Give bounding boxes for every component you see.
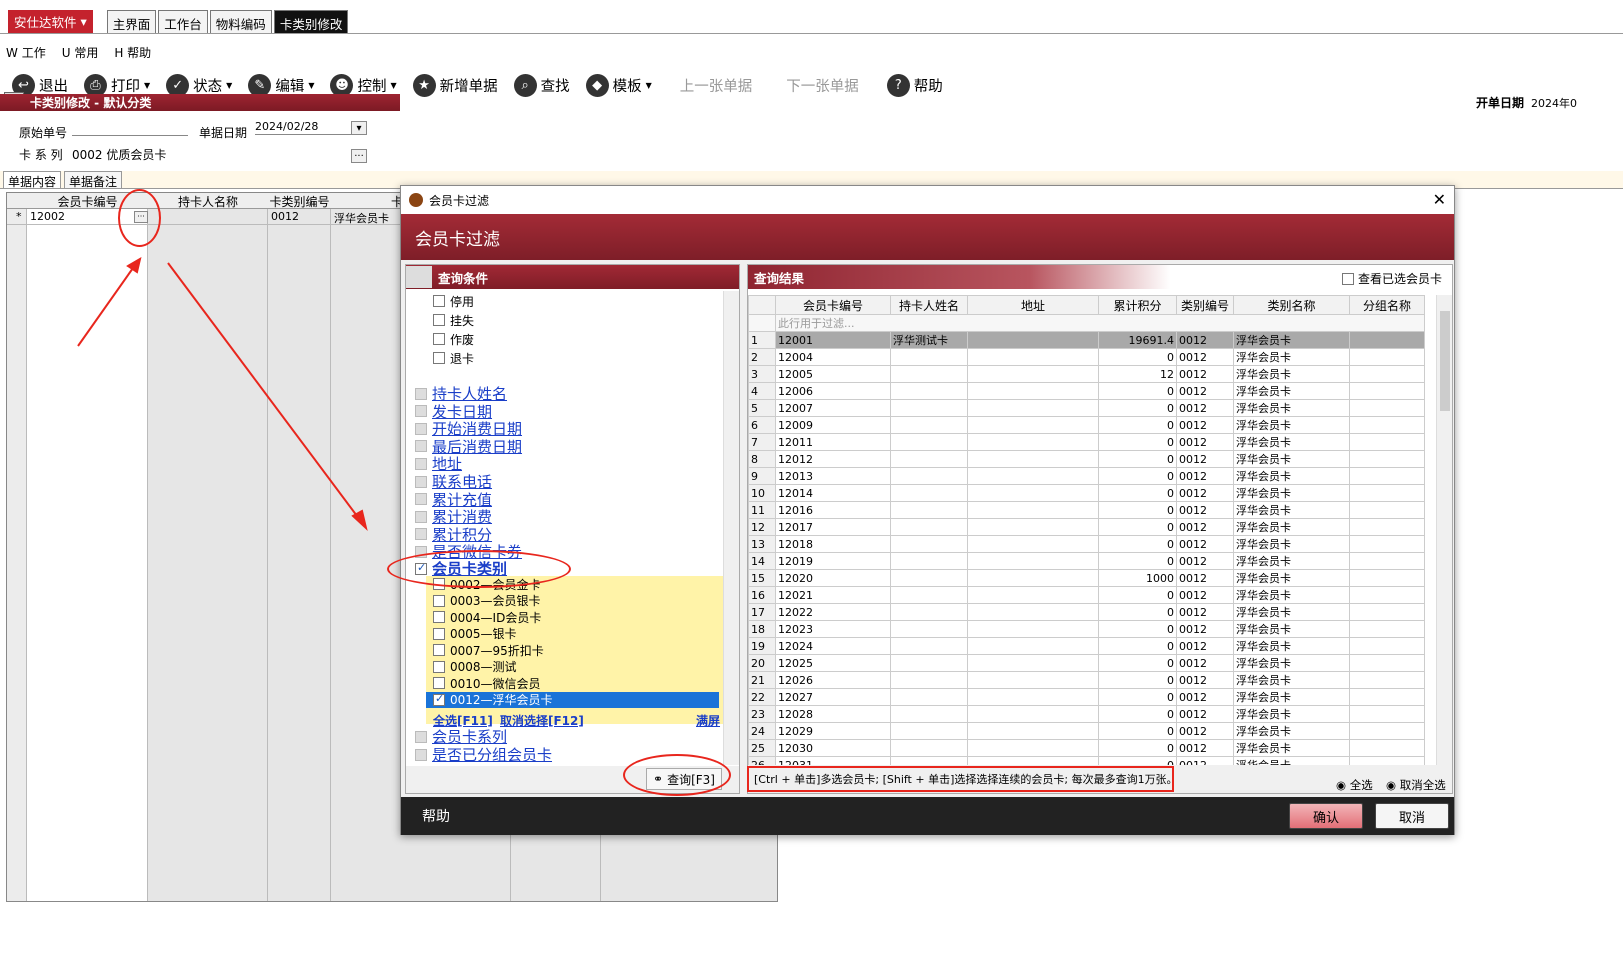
fullscreen-link[interactable]: 满屏	[696, 712, 720, 729]
table-row[interactable]: 21 12026 0 0012 浮华会员卡	[748, 671, 1425, 689]
table-row[interactable]: 3 12005 12 0012 浮华会员卡	[748, 365, 1425, 383]
table-row[interactable]: 13 12018 0 0012 浮华会员卡	[748, 535, 1425, 553]
confirm-button[interactable]: 确认	[1289, 803, 1363, 829]
table-row[interactable]: 19 12024 0 0012 浮华会员卡	[748, 637, 1425, 655]
dialog-titlebar: 会员卡过滤 ✕	[401, 186, 1454, 214]
app-icon	[409, 193, 423, 207]
table-row[interactable]: 15 12020 1000 0012 浮华会员卡	[748, 569, 1425, 587]
table-row[interactable]: 4 12006 0 0012 浮华会员卡	[748, 382, 1425, 400]
conditions-scrollbar[interactable]	[723, 291, 739, 765]
condition-item[interactable]: 发卡日期	[415, 403, 492, 421]
dialog-window-title: 会员卡过滤	[429, 193, 490, 208]
result-col-header[interactable]: 类别名称	[1233, 295, 1350, 315]
results-scroll-thumb[interactable]	[1440, 311, 1450, 411]
table-row[interactable]: 16 12021 0 0012 浮华会员卡	[748, 586, 1425, 604]
condition-item[interactable]: 持卡人姓名	[415, 385, 507, 403]
card-filter-dialog: 会员卡过滤 ✕ 会员卡过滤 查询条件 停用 挂失 作废 退卡 持卡人姓名 发卡日期 开始消…	[387, 185, 1455, 835]
results-table[interactable]: 会员卡编号 持卡人姓名 地址 累计积分 类别编号 类别名称 分组名称 此行用于过滤... 1…	[748, 295, 1425, 791]
table-row[interactable]: 17 12022 0 0012 浮华会员卡	[748, 603, 1425, 621]
query-conditions-header: 查询条件	[406, 265, 739, 289]
table-row[interactable]: 5 12007 0 0012 浮华会员卡	[748, 399, 1425, 417]
table-row[interactable]: 6 12009 0 0012 浮华会员卡	[748, 416, 1425, 434]
table-row[interactable]: 9 12013 0 0012 浮华会员卡	[748, 467, 1425, 485]
table-row[interactable]: 11 12016 0 0012 浮华会员卡	[748, 501, 1425, 519]
result-col-header[interactable]: 累计积分	[1098, 295, 1177, 315]
result-col-header[interactable]: 分组名称	[1349, 295, 1425, 315]
card-type-option[interactable]: 0003—会员银卡	[433, 593, 541, 609]
table-row[interactable]: 20 12025 0 0012 浮华会员卡	[748, 654, 1425, 672]
dialog-help-link[interactable]: 帮助	[422, 806, 450, 826]
condition-item[interactable]: 最后消费日期	[415, 438, 522, 456]
query-results-panel: 查询结果 查看已选会员卡 会员卡编号 持卡人姓名 地址 累计积分 类别编号 类别名称 分组名…	[747, 264, 1453, 794]
annotation-box-tip	[747, 766, 1174, 792]
condition-item[interactable]: 累计消费	[415, 508, 492, 526]
table-row[interactable]: 24 12029 0 0012 浮华会员卡	[748, 722, 1425, 740]
card-type-option[interactable]: 0012—浮华会员卡	[426, 691, 719, 708]
table-row[interactable]: 18 12023 0 0012 浮华会员卡	[748, 620, 1425, 638]
results-scrollbar[interactable]	[1436, 295, 1452, 765]
card-type-option[interactable]: 0010—微信会员	[433, 675, 541, 691]
card-type-option[interactable]: 0007—95折扣卡	[433, 642, 544, 658]
table-row[interactable]: 14 12019 0 0012 浮华会员卡	[748, 552, 1425, 570]
table-row[interactable]: 25 12030 0 0012 浮华会员卡	[748, 739, 1425, 757]
close-icon[interactable]: ✕	[1433, 190, 1446, 209]
table-row[interactable]: 12 12017 0 0012 浮华会员卡	[748, 518, 1425, 536]
result-col-header[interactable]: 持卡人姓名	[890, 295, 968, 315]
result-col-header[interactable]: 会员卡编号	[775, 295, 891, 315]
card-type-option[interactable]: 0004—ID会员卡	[433, 609, 541, 625]
deselect-link[interactable]: 取消选择[F12]	[500, 712, 584, 729]
condition-item[interactable]: 累计积分	[415, 526, 492, 544]
annotation-circle-card-type	[387, 550, 571, 588]
status-option[interactable]: 作废	[433, 331, 474, 347]
table-row[interactable]: 1 12001 浮华测试卡 19691.4 0012 浮华会员卡	[748, 331, 1425, 349]
all-radio[interactable]: ◉ 全选	[1336, 777, 1373, 793]
table-row[interactable]: 7 12011 0 0012 浮华会员卡	[748, 433, 1425, 451]
form-icon	[406, 266, 432, 288]
table-row[interactable]: 10 12014 0 0012 浮华会员卡	[748, 484, 1425, 502]
condition-item[interactable]: 累计充值	[415, 491, 492, 509]
status-option[interactable]: 挂失	[433, 312, 474, 328]
condition-item[interactable]: 开始消费日期	[415, 420, 522, 438]
query-conditions-panel: 查询条件 停用挂失作废退卡 持卡人姓名 发卡日期 开始消费日期 最后消费日期 地址 联系电…	[405, 264, 740, 794]
cancel-button[interactable]: 取消	[1375, 803, 1449, 829]
table-row[interactable]: 23 12028 0 0012 浮华会员卡	[748, 705, 1425, 723]
card-type-option[interactable]: 0008—测试	[433, 659, 517, 675]
result-col-header[interactable]: 类别编号	[1176, 295, 1234, 315]
grouped-card-condition[interactable]: 是否已分组会员卡	[415, 746, 552, 764]
annotation-circle-query	[623, 754, 731, 796]
table-row[interactable]: 8 12012 0 0012 浮华会员卡	[748, 450, 1425, 468]
status-option[interactable]: 退卡	[433, 350, 474, 366]
result-col-header[interactable]: 地址	[967, 295, 1099, 315]
view-selected-toggle[interactable]: 查看已选会员卡	[1341, 270, 1442, 287]
table-row[interactable]: 22 12027 0 0012 浮华会员卡	[748, 688, 1425, 706]
table-row[interactable]: 2 12004 0 0012 浮华会员卡	[748, 348, 1425, 366]
card-series-condition[interactable]: 会员卡系列	[415, 728, 507, 746]
cancel-all-radio[interactable]: ◉ 取消全选	[1386, 777, 1446, 793]
card-type-option[interactable]: 0005—银卡	[433, 626, 517, 642]
status-option[interactable]: 停用	[433, 293, 474, 309]
condition-item[interactable]: 地址	[415, 455, 462, 473]
dialog-footer: 帮助 确认 取消	[401, 797, 1454, 835]
dialog-header: 会员卡过滤	[401, 214, 1454, 260]
condition-item[interactable]: 联系电话	[415, 473, 492, 491]
